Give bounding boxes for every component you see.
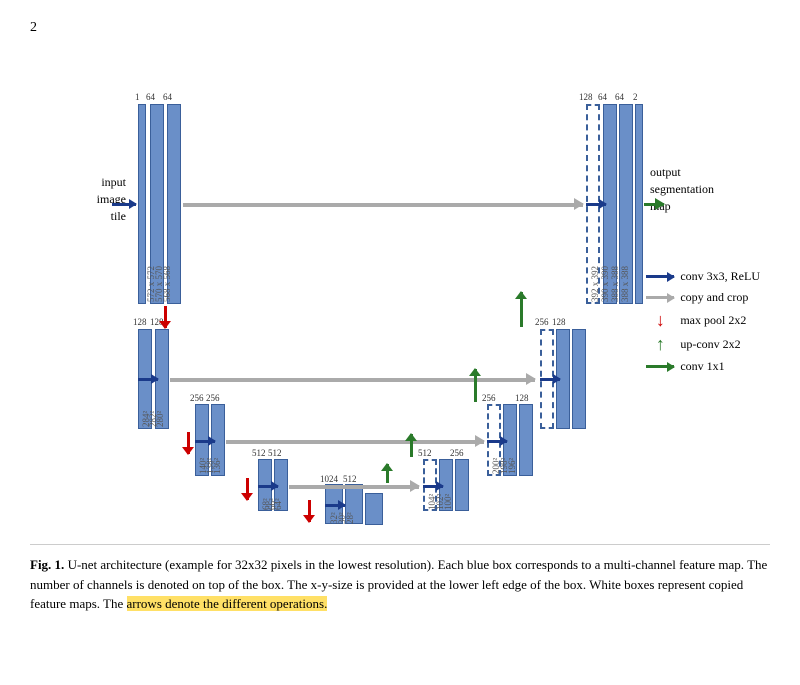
input-arrow bbox=[112, 203, 136, 206]
red-arrow-1 bbox=[164, 306, 167, 328]
gray-arrow-2 bbox=[170, 378, 535, 382]
toplabel-2-dec1: 2 bbox=[633, 92, 638, 102]
sizelabel-390: 390 x 390 bbox=[600, 266, 610, 302]
legend-conv3x3-label: conv 3x3, ReLU bbox=[680, 269, 760, 284]
legend-upconv-icon: ↑ bbox=[646, 335, 674, 353]
toplabel-512-dec4: 512 bbox=[418, 448, 432, 458]
box-dec1-ch2 bbox=[635, 104, 643, 304]
sizelabel-196: 196² bbox=[507, 458, 517, 474]
toplabel-64b-dec1: 64 bbox=[615, 92, 624, 102]
caption-bold: Fig. 1. bbox=[30, 557, 64, 572]
toplabel-512-bot: 512 bbox=[343, 474, 357, 484]
legend-maxpool-icon: ↓ bbox=[646, 311, 674, 329]
legend-conv1x1-label: conv 1x1 bbox=[680, 359, 724, 374]
toplabel-1: 1 bbox=[135, 92, 140, 102]
legend-upconv: ↑ up-conv 2x2 bbox=[646, 335, 760, 353]
toplabel-512b-enc: 512 bbox=[268, 448, 282, 458]
figure-caption: Fig. 1. U-net architecture (example for … bbox=[30, 544, 770, 614]
arrow-dec1-blue bbox=[586, 203, 606, 206]
arrow-dec4-blue bbox=[423, 485, 443, 488]
green-arrow-out bbox=[644, 203, 664, 206]
green-up-2 bbox=[474, 369, 477, 402]
legend-conv3x3: conv 3x3, ReLU bbox=[646, 269, 760, 284]
gray-arrow-4 bbox=[289, 485, 419, 489]
box-bot-ch1024b bbox=[365, 493, 383, 525]
box-dec4-ch256 bbox=[455, 459, 469, 511]
arrow-bot-blue bbox=[325, 504, 345, 507]
toplabel-256-dec4: 256 bbox=[450, 448, 464, 458]
legend-maxpool: ↓ max pool 2x2 bbox=[646, 311, 760, 329]
diagram-container: 1 64 64 572 x 572 570 x 570 568 x 568 in… bbox=[30, 44, 770, 534]
arrow-enc3-blue bbox=[195, 440, 215, 443]
toplabel-256-dec2: 256 bbox=[535, 317, 549, 327]
red-arrow-4 bbox=[308, 500, 311, 522]
red-arrow-3 bbox=[246, 478, 249, 500]
green-up-3 bbox=[410, 434, 413, 457]
toplabel-256a-enc: 256 bbox=[190, 393, 204, 403]
box-dec3-ch128 bbox=[519, 404, 533, 476]
toplabel-1024a: 1024 bbox=[320, 474, 338, 484]
legend-copy-crop-label: copy and crop bbox=[680, 290, 748, 305]
green-up-1 bbox=[520, 292, 523, 327]
gray-arrow-3 bbox=[226, 440, 484, 444]
arrow-dec3-blue bbox=[487, 440, 507, 443]
toplabel-256-dec3: 256 bbox=[482, 393, 496, 403]
sizelabel-388a: 388 x 388 bbox=[610, 266, 620, 302]
legend: conv 3x3, ReLU copy and crop ↓ max pool … bbox=[646, 269, 760, 374]
sizelabel-136: 136² bbox=[212, 458, 222, 474]
legend-copy-crop: copy and crop bbox=[646, 290, 760, 305]
page-number: 2 bbox=[30, 20, 770, 36]
legend-maxpool-label: max pool 2x2 bbox=[680, 313, 746, 328]
sizelabel-280: 280² bbox=[155, 411, 165, 427]
toplabel-64a-dec1: 64 bbox=[598, 92, 607, 102]
toplabel-64a: 64 bbox=[146, 92, 155, 102]
box-dec2-ch64 bbox=[572, 329, 586, 429]
red-arrow-2 bbox=[187, 432, 190, 454]
sizelabel-64: 64² bbox=[273, 498, 283, 510]
sizelabel-568: 568 x 568 bbox=[162, 266, 172, 302]
green-up-4 bbox=[386, 464, 389, 483]
toplabel-128-dec1: 128 bbox=[579, 92, 593, 102]
sizelabel-388b: 388 x 388 bbox=[620, 266, 630, 302]
input-label: input image tile bbox=[58, 174, 126, 224]
legend-conv1x1: conv 1x1 bbox=[646, 359, 760, 374]
sizelabel-28: 28² bbox=[345, 512, 355, 524]
toplabel-128-dec2: 128 bbox=[552, 317, 566, 327]
arrow-enc2-blue bbox=[138, 378, 158, 381]
sizelabel-392: 392 x 392 bbox=[590, 266, 600, 302]
toplabel-128-dec3: 128 bbox=[515, 393, 529, 403]
box-enc1-ch1 bbox=[138, 104, 146, 304]
sizelabel-100: 100² bbox=[443, 494, 453, 510]
legend-upconv-label: up-conv 2x2 bbox=[680, 337, 740, 352]
gray-arrow-1 bbox=[183, 203, 583, 207]
arrow-enc4-blue bbox=[258, 485, 278, 488]
toplabel-512a-enc: 512 bbox=[252, 448, 266, 458]
caption-highlighted: arrows denote the different operations. bbox=[127, 596, 328, 611]
toplabel-256b-enc: 256 bbox=[206, 393, 220, 403]
toplabel-64b: 64 bbox=[163, 92, 172, 102]
toplabel-128a-enc: 128 bbox=[133, 317, 147, 327]
arrow-dec2-blue bbox=[540, 378, 560, 381]
